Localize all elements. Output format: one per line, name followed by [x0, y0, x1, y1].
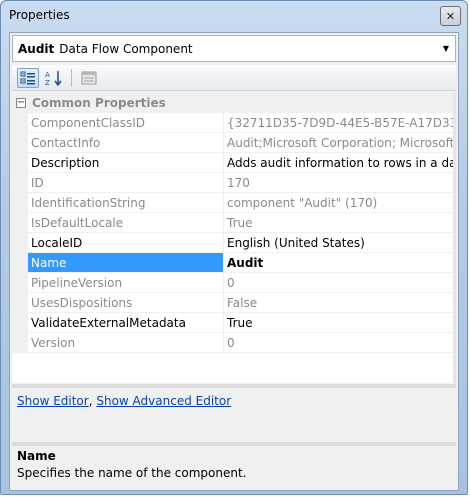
- property-value: 170: [224, 173, 456, 193]
- property-value: True: [224, 213, 456, 233]
- property-name[interactable]: PipelineVersion: [28, 273, 224, 293]
- row-gutter: [12, 293, 28, 313]
- close-button[interactable]: ✕: [440, 6, 461, 26]
- property-row[interactable]: Name Audit: [12, 253, 456, 273]
- properties-panel: Audit Data Flow Component ▼ A Z − Common…: [9, 32, 459, 491]
- property-row[interactable]: Description Adds audit information to row…: [12, 153, 456, 173]
- object-name: Audit: [18, 41, 55, 56]
- chevron-down-icon[interactable]: ▼: [439, 36, 453, 61]
- collapse-icon[interactable]: −: [16, 98, 26, 108]
- property-name[interactable]: UsesDispositions: [28, 293, 224, 313]
- property-value: Audit;Microsoft Corporation; Microsoft S: [224, 133, 456, 153]
- svg-text:A: A: [45, 71, 50, 79]
- property-row[interactable]: ComponentClassID {32711D35-7D9D-44E5-B57E…: [12, 113, 456, 133]
- description-pane: Name Specifies the name of the component…: [12, 447, 456, 489]
- property-value: 0: [224, 333, 456, 353]
- property-row[interactable]: Version 0: [12, 333, 456, 353]
- title-bar[interactable]: Properties ✕: [1, 1, 467, 31]
- vertical-scrollbar[interactable]: [453, 93, 456, 383]
- property-value: 0: [224, 273, 456, 293]
- row-gutter: [12, 153, 28, 173]
- description-text: Specifies the name of the component.: [17, 466, 247, 480]
- property-name[interactable]: ValidateExternalMetadata: [28, 313, 224, 333]
- property-name[interactable]: ContactInfo: [28, 133, 224, 153]
- show-editor-link[interactable]: Show Editor: [17, 394, 89, 408]
- show-advanced-editor-link[interactable]: Show Advanced Editor: [96, 394, 231, 408]
- property-row[interactable]: PipelineVersion 0: [12, 273, 456, 293]
- row-gutter: [12, 233, 28, 253]
- property-value[interactable]: English (United States): [224, 233, 456, 253]
- row-gutter: [12, 173, 28, 193]
- window-title: Properties: [9, 8, 70, 22]
- property-name[interactable]: IdentificationString: [28, 193, 224, 213]
- row-gutter: [12, 273, 28, 293]
- property-pages-icon: [81, 71, 97, 84]
- categorized-button[interactable]: [17, 67, 39, 88]
- description-splitter[interactable]: [12, 442, 456, 446]
- property-name[interactable]: Version: [28, 333, 224, 353]
- property-pages-button[interactable]: [78, 68, 100, 88]
- property-name[interactable]: ID: [28, 173, 224, 193]
- property-row[interactable]: ContactInfo Audit;Microsoft Corporation; …: [12, 133, 456, 153]
- alphabetical-button[interactable]: A Z: [43, 68, 65, 88]
- property-row[interactable]: LocaleID English (United States): [12, 233, 456, 253]
- property-value: component "Audit" (170): [224, 193, 456, 213]
- property-value[interactable]: True: [224, 313, 456, 333]
- property-value: False: [224, 293, 456, 313]
- alphabetical-sort-icon: A Z: [45, 70, 62, 86]
- row-gutter: [12, 333, 28, 353]
- object-type: Data Flow Component: [59, 41, 193, 56]
- toolbar: A Z: [12, 65, 456, 91]
- row-gutter: [12, 193, 28, 213]
- commands-splitter[interactable]: [12, 384, 456, 388]
- properties-window: Properties ✕ Audit Data Flow Component ▼: [0, 0, 468, 495]
- row-gutter: [12, 313, 28, 333]
- property-name[interactable]: Description: [28, 153, 224, 173]
- property-row[interactable]: IdentificationString component "Audit" (1…: [12, 193, 456, 213]
- property-name[interactable]: ComponentClassID: [28, 113, 224, 133]
- property-value[interactable]: Adds audit information to rows in a data…: [224, 153, 456, 173]
- property-row[interactable]: ValidateExternalMetadata True: [12, 313, 456, 333]
- property-row[interactable]: IsDefaultLocale True: [12, 213, 456, 233]
- description-title: Name: [17, 449, 56, 463]
- property-grid: − Common Properties ComponentClassID {327…: [12, 93, 456, 383]
- svg-text:Z: Z: [45, 79, 50, 86]
- category-row[interactable]: − Common Properties: [12, 93, 456, 113]
- categorized-icon: [20, 71, 35, 84]
- category-label: Common Properties: [32, 96, 166, 110]
- toolbar-separator: [71, 68, 72, 87]
- row-gutter: [12, 213, 28, 233]
- row-gutter: [12, 253, 28, 273]
- property-name[interactable]: LocaleID: [28, 233, 224, 253]
- property-value: {32711D35-7D9D-44E5-B57E-A17D33D5C3: [224, 113, 456, 133]
- row-gutter: [12, 113, 28, 133]
- property-name[interactable]: Name: [28, 253, 224, 273]
- property-value[interactable]: Audit: [224, 253, 456, 273]
- close-icon: ✕: [445, 9, 456, 23]
- property-row[interactable]: UsesDispositions False: [12, 293, 456, 313]
- row-gutter: [12, 133, 28, 153]
- property-row[interactable]: ID 170: [12, 173, 456, 193]
- commands-pane: Show Editor, Show Advanced Editor: [12, 389, 456, 441]
- object-selector[interactable]: Audit Data Flow Component ▼: [12, 35, 456, 62]
- property-rows: ComponentClassID {32711D35-7D9D-44E5-B57E…: [12, 113, 456, 353]
- property-name[interactable]: IsDefaultLocale: [28, 213, 224, 233]
